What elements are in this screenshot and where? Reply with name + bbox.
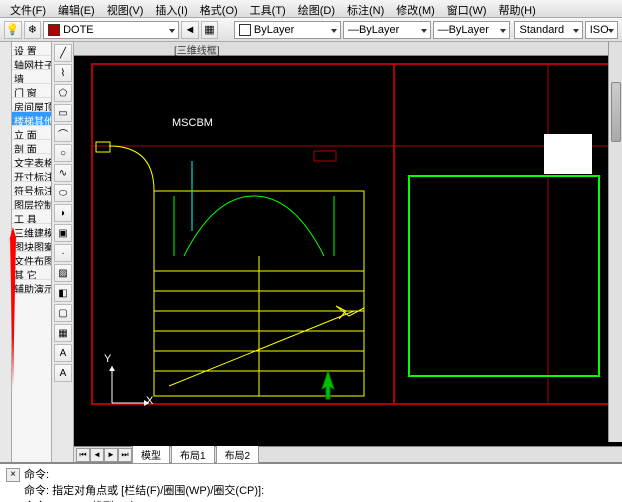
- dimstyle-dropdown[interactable]: ISO: [585, 21, 618, 39]
- scrollbar-thumb[interactable]: [611, 82, 621, 142]
- layer-dropdown[interactable]: DOTE: [43, 21, 179, 39]
- sidebar-item[interactable]: 符号标注: [12, 182, 51, 196]
- sidebar-item[interactable]: 图块图案: [12, 238, 51, 252]
- sidebar-item[interactable]: 工 具: [12, 210, 51, 224]
- circle-icon[interactable]: ○: [54, 144, 72, 162]
- category-panel: 设 置轴网柱子墙门 窗房间屋顶楼梯其他立 面剖 面文字表格开寸标注符号标注图层控…: [12, 42, 52, 462]
- layer-name: DOTE: [63, 24, 94, 36]
- ucs-icon: X Y: [104, 361, 154, 411]
- command-line[interactable]: × 命令: 命令: 指定对角点或 [栏结(F)/圈围(WP)/圈交(CP)]: …: [0, 462, 622, 502]
- tab-layout1[interactable]: 布局1: [171, 445, 215, 464]
- tab-last-icon[interactable]: ⏭: [118, 448, 132, 462]
- command-history-line: 命令: _.erase 找到 5 个: [24, 498, 616, 502]
- point-icon[interactable]: ·: [54, 244, 72, 262]
- table-icon[interactable]: ▦: [54, 324, 72, 342]
- menu-insert[interactable]: 插入(I): [149, 0, 193, 17]
- lightbulb-icon[interactable]: 💡: [4, 21, 22, 39]
- command-history-line: 命令:: [24, 466, 616, 482]
- block-icon[interactable]: ▣: [54, 224, 72, 242]
- drawing-title-text: MSCBM: [172, 117, 213, 129]
- menu-file[interactable]: 文件(F): [4, 0, 52, 17]
- ellipse-icon[interactable]: ⬭: [54, 184, 72, 202]
- menu-draw[interactable]: 绘图(D): [292, 0, 341, 17]
- sidebar-item[interactable]: 轴网柱子: [12, 56, 51, 70]
- ucs-y-label: Y: [104, 353, 111, 365]
- hatch-icon[interactable]: ▨: [54, 264, 72, 282]
- dimstyle-value: ISO: [590, 24, 609, 36]
- menu-dim[interactable]: 标注(N): [341, 0, 390, 17]
- sidebar-item[interactable]: 设 置: [12, 42, 51, 56]
- lineweight-value: —: [348, 24, 359, 36]
- lineweight-dropdown[interactable]: — ByLayer: [343, 21, 431, 39]
- tab-model[interactable]: 模型: [132, 445, 170, 464]
- tab-layout2[interactable]: 布局2: [216, 445, 260, 464]
- tab-next-icon[interactable]: ►: [104, 448, 118, 462]
- properties-toolbar: 💡 ❄ DOTE ◄ ▦ ByLayer — ByLayer — ByLayer…: [0, 18, 622, 42]
- sidebar-item[interactable]: 门 窗: [12, 84, 51, 98]
- sidebar-item[interactable]: 文字表格: [12, 154, 51, 168]
- sidebar-item[interactable]: 立 面: [12, 126, 51, 140]
- viewport-label: [三维线框]: [74, 42, 622, 56]
- line-icon[interactable]: ╱: [54, 44, 72, 62]
- gradient-icon[interactable]: ◧: [54, 284, 72, 302]
- menu-bar: 文件(F) 编辑(E) 视图(V) 插入(I) 格式(O) 工具(T) 绘图(D…: [0, 0, 622, 18]
- mtext-icon[interactable]: A: [54, 364, 72, 382]
- sidebar-item[interactable]: 三维建模: [12, 224, 51, 238]
- menu-view[interactable]: 视图(V): [101, 0, 150, 17]
- textstyle-value: Standard: [519, 24, 564, 36]
- tab-first-icon[interactable]: ⏮: [76, 448, 90, 462]
- color-value: ByLayer: [254, 24, 294, 36]
- main-area: 设 置轴网柱子墙门 窗房间屋顶楼梯其他立 面剖 面文字表格开寸标注符号标注图层控…: [0, 42, 622, 462]
- sidebar-item[interactable]: 图层控制: [12, 196, 51, 210]
- rectangle-icon[interactable]: ▭: [54, 104, 72, 122]
- layout-tabs: ⏮ ◄ ► ⏭ 模型 布局1 布局2: [74, 446, 622, 462]
- text-icon[interactable]: A: [54, 344, 72, 362]
- menu-edit[interactable]: 编辑(E): [52, 0, 101, 17]
- drawing-content: MSCBM: [74, 56, 620, 416]
- plotstyle-value: —: [438, 24, 449, 36]
- tab-prev-icon[interactable]: ◄: [90, 448, 104, 462]
- plotstyle-dropdown[interactable]: — ByLayer: [433, 21, 511, 39]
- freeze-icon[interactable]: ❄: [24, 21, 42, 39]
- sidebar-item[interactable]: 房间屋顶: [12, 98, 51, 112]
- menu-format[interactable]: 格式(O): [194, 0, 244, 17]
- polyline-icon[interactable]: ⌇: [54, 64, 72, 82]
- sidebar-item[interactable]: 辅助演示: [12, 280, 51, 294]
- color-dropdown[interactable]: ByLayer: [234, 21, 341, 39]
- arc-icon[interactable]: ⌒: [54, 124, 72, 142]
- cursor-icon: [318, 371, 338, 401]
- sidebar-item[interactable]: 剖 面: [12, 140, 51, 154]
- sidebar-item[interactable]: 其 它: [12, 266, 51, 280]
- region-icon[interactable]: ▢: [54, 304, 72, 322]
- drawing-canvas[interactable]: MSCBM: [74, 56, 622, 446]
- layer-prev-icon[interactable]: ◄: [181, 21, 199, 39]
- textstyle-dropdown[interactable]: Standard: [514, 21, 582, 39]
- drawing-area-wrapper: [三维线框] MSCBM: [74, 42, 622, 462]
- menu-window[interactable]: 窗口(W): [441, 0, 493, 17]
- layer-manager-icon[interactable]: ▦: [201, 21, 219, 39]
- menu-help[interactable]: 帮助(H): [493, 0, 542, 17]
- close-icon[interactable]: ×: [6, 468, 20, 482]
- sidebar-item[interactable]: 文件布图: [12, 252, 51, 266]
- sidebar-item[interactable]: 开寸标注: [12, 168, 51, 182]
- bylayer-swatch: [239, 24, 251, 36]
- command-history-line: 命令: 指定对角点或 [栏结(F)/圈围(WP)/圈交(CP)]:: [24, 482, 616, 498]
- menu-tools[interactable]: 工具(T): [244, 0, 292, 17]
- draw-toolbar: ╱ ⌇ ⬠ ▭ ⌒ ○ ∿ ⬭ ◗ ▣ · ▨ ◧ ▢ ▦ A A: [52, 42, 74, 462]
- vertical-scrollbar[interactable]: [608, 42, 622, 442]
- ellipse-arc-icon[interactable]: ◗: [54, 204, 72, 222]
- layer-color-swatch: [48, 24, 60, 36]
- polygon-icon[interactable]: ⬠: [54, 84, 72, 102]
- ucs-x-label: X: [146, 395, 153, 407]
- menu-modify[interactable]: 修改(M): [390, 0, 441, 17]
- spline-icon[interactable]: ∿: [54, 164, 72, 182]
- sidebar-item[interactable]: 楼梯其他: [12, 112, 51, 126]
- left-gutter: [0, 42, 12, 462]
- sidebar-item[interactable]: 墙: [12, 70, 51, 84]
